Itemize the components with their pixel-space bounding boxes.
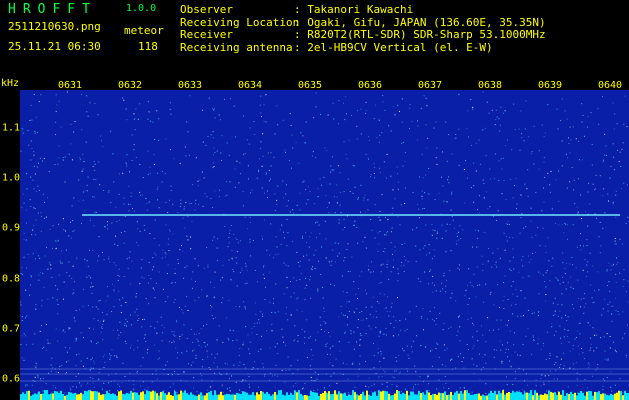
frequency-tick-label: 0.7 [2, 323, 21, 335]
time-tick-label: 0638 [477, 80, 503, 91]
time-tick-label: 0633 [177, 80, 203, 91]
frequency-tick-label: 1.1 [2, 122, 21, 134]
info-row-receiver: Receiver : R820T2(RTL-SDR) SDR-Sharp 53.… [180, 28, 546, 42]
info-key: Observer [180, 3, 233, 16]
mode-label: meteor [124, 24, 164, 37]
filename-label: 2511210630.png [8, 20, 101, 33]
time-tick-label: 0637 [417, 80, 443, 91]
time-tick-label: 0634 [237, 80, 263, 91]
frequency-tick-label: 0.6 [2, 373, 21, 385]
time-tick-label: 0635 [297, 80, 323, 91]
frequency-tick-label: 0.9 [2, 222, 21, 234]
time-tick-label: 0631 [57, 80, 83, 91]
info-value: : 2el-HB9CV Vertical (el. E-W) [294, 40, 493, 54]
frequency-tick-label: 0.8 [2, 273, 21, 285]
info-key: Receiver [180, 28, 233, 41]
app-version: 1.0.0 [126, 3, 157, 14]
spectrogram-background [20, 90, 629, 400]
info-key: Receiving antenna [180, 40, 293, 54]
frequency-unit-label: kHz [1, 78, 20, 89]
datetime-label: 25.11.21 06:30 [8, 40, 101, 53]
station-info: Observer : Takanori Kawachi Receiving Lo… [180, 3, 546, 55]
time-tick-label: 0636 [357, 80, 383, 91]
info-row-observer: Observer : Takanori Kawachi [180, 3, 546, 17]
time-tick-label: 0632 [117, 80, 143, 91]
spectrogram-canvas [20, 90, 629, 400]
app-title: HROFFT [8, 2, 97, 17]
spectrogram-plot: kHz 0631 0632 0633 0634 0635 0636 0637 0638 0639… [0, 78, 629, 400]
time-tick-label: 0640 [597, 80, 623, 91]
info-row-antenna: Receiving antenna : 2el-HB9CV Vertical (… [180, 40, 546, 55]
meteor-count: 118 [138, 40, 158, 53]
info-value: : Takanori Kawachi [294, 3, 414, 16]
info-value: : R820T2(RTL-SDR) SDR-Sharp 53.1000MHz [294, 28, 546, 41]
time-tick-label: 0639 [537, 80, 563, 91]
frequency-tick-label: 1.0 [2, 172, 21, 184]
header-panel: HROFFT 1.0.0 2511210630.png 25.11.21 06:… [0, 0, 629, 78]
